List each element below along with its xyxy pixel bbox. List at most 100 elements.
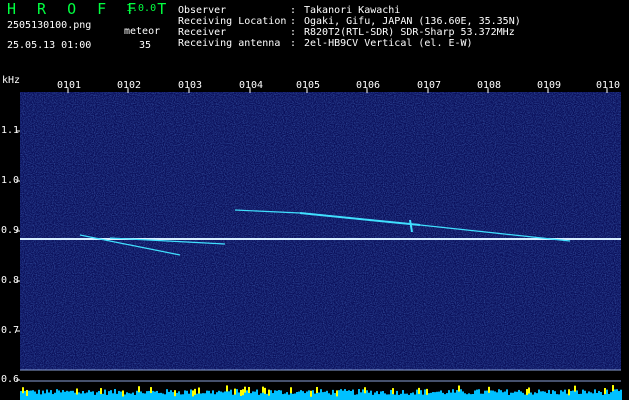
level-bar	[286, 392, 288, 400]
level-bar	[64, 391, 66, 400]
level-bar	[182, 394, 184, 400]
level-bar	[370, 390, 372, 400]
level-bar	[448, 390, 450, 400]
level-bar	[342, 390, 344, 400]
level-bar	[410, 393, 412, 400]
level-bar	[598, 390, 600, 400]
level-bar	[468, 393, 470, 400]
level-bar	[156, 390, 158, 400]
level-bar	[58, 390, 60, 400]
level-bar	[576, 390, 578, 400]
level-bar	[48, 392, 50, 400]
level-bar	[172, 392, 174, 400]
level-peak	[194, 388, 196, 395]
level-bar	[54, 392, 56, 400]
level-bar	[396, 390, 398, 400]
level-peak	[488, 386, 490, 393]
level-bar	[614, 389, 616, 400]
level-bar	[424, 389, 426, 400]
level-bar	[560, 390, 562, 400]
level-bar	[326, 390, 328, 400]
level-bar	[298, 391, 300, 400]
level-bar	[46, 389, 48, 400]
level-bar	[318, 392, 320, 400]
level-peak	[100, 388, 102, 395]
level-bar	[32, 390, 34, 400]
level-bar	[300, 390, 302, 400]
level-bar	[516, 391, 518, 400]
level-bar	[412, 392, 414, 400]
level-bar	[82, 390, 84, 400]
level-bar	[350, 390, 352, 400]
level-bar	[42, 390, 44, 400]
level-bar	[352, 389, 354, 400]
level-bar	[258, 394, 260, 400]
level-bar	[236, 389, 238, 400]
level-bar	[556, 394, 558, 400]
level-peak	[244, 386, 246, 393]
level-bar	[430, 392, 432, 400]
level-bar	[144, 393, 146, 400]
level-bar	[214, 394, 216, 400]
level-bar	[480, 393, 482, 400]
level-bar	[382, 391, 384, 400]
level-peak	[76, 388, 78, 395]
level-bar	[434, 392, 436, 400]
level-bar	[108, 391, 110, 400]
level-peak	[138, 386, 140, 393]
level-bar	[30, 390, 32, 400]
level-bar	[190, 389, 192, 400]
level-bar	[474, 390, 476, 400]
level-bar	[442, 392, 444, 400]
level-bar	[416, 389, 418, 400]
level-bar	[390, 389, 392, 400]
level-bar	[130, 393, 132, 400]
level-bar	[540, 391, 542, 400]
level-bar	[388, 394, 390, 400]
level-bar	[446, 393, 448, 400]
level-bar	[92, 391, 94, 400]
level-bar	[554, 391, 556, 400]
level-bar	[520, 391, 522, 400]
level-bar	[232, 394, 234, 400]
level-bar	[502, 392, 504, 400]
level-bar	[378, 394, 380, 400]
level-bar	[60, 392, 62, 400]
level-bar	[596, 393, 598, 400]
level-bar	[594, 389, 596, 400]
level-bar	[408, 394, 410, 400]
level-bar	[462, 391, 464, 400]
level-bar	[550, 393, 552, 400]
level-bar	[616, 389, 618, 400]
level-bar	[518, 389, 520, 400]
level-bar	[98, 391, 100, 400]
level-peak	[150, 387, 152, 394]
level-bar	[114, 389, 116, 400]
level-bar	[358, 389, 360, 400]
level-bar	[508, 394, 510, 400]
level-bar	[20, 391, 22, 400]
level-bar	[620, 389, 622, 400]
level-bar	[154, 391, 156, 400]
level-peak	[192, 390, 194, 397]
level-bar	[386, 394, 388, 400]
level-bar	[546, 393, 548, 400]
level-bar	[44, 393, 46, 400]
level-bar	[266, 393, 268, 400]
level-bar	[344, 389, 346, 400]
level-peak	[418, 387, 420, 394]
level-bar	[584, 390, 586, 400]
level-bar	[184, 390, 186, 400]
level-bar	[476, 389, 478, 400]
level-bar	[96, 392, 98, 400]
level-bar	[270, 390, 272, 400]
level-bar	[84, 393, 86, 400]
level-bar	[200, 393, 202, 400]
level-bar	[162, 393, 164, 400]
level-bar	[104, 389, 106, 400]
level-peak	[316, 386, 318, 393]
level-bar	[238, 392, 240, 400]
level-bar	[578, 394, 580, 400]
level-peak	[122, 390, 124, 397]
level-bar	[284, 393, 286, 400]
